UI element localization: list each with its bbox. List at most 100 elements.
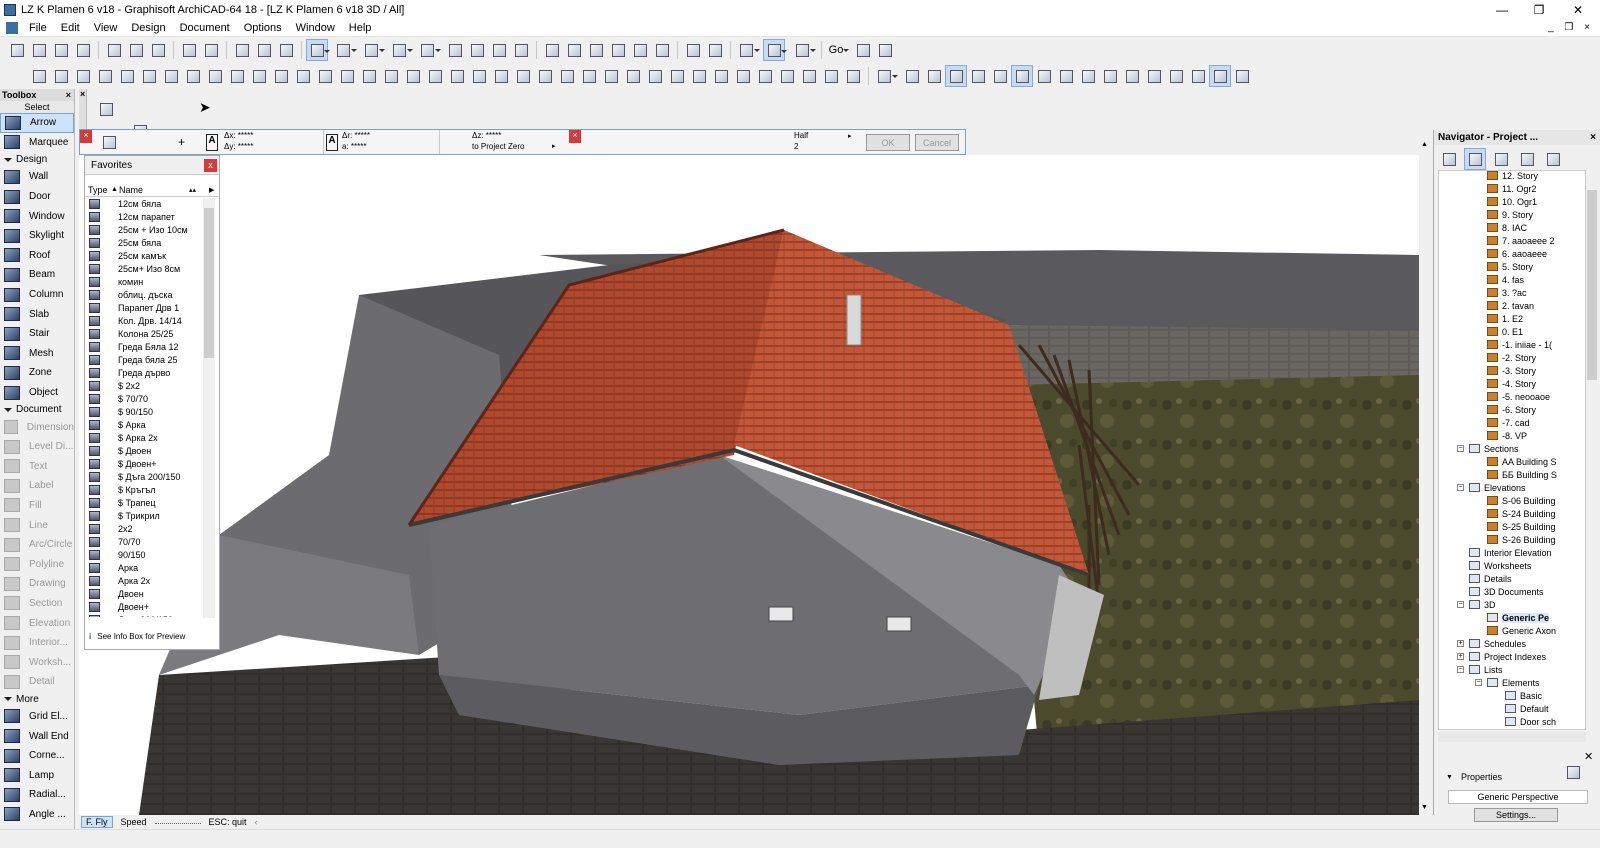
tool-marquee[interactable]: Marquee xyxy=(0,133,74,153)
scroll-down-icon[interactable]: ▼ xyxy=(1421,804,1428,811)
dimension-tool-icon[interactable] xyxy=(732,65,754,87)
tool-radial[interactable]: Radial... xyxy=(0,785,74,805)
walk-mode-icon[interactable] xyxy=(1209,65,1231,87)
slab-tool-icon[interactable] xyxy=(512,65,534,87)
delete-node-icon[interactable] xyxy=(98,131,120,153)
favorite-item[interactable]: $ Двоен xyxy=(85,444,203,457)
vr-icon[interactable] xyxy=(1187,65,1209,87)
story-item[interactable]: -7. cad xyxy=(1439,416,1585,429)
favorite-item[interactable]: $ 70/70 xyxy=(85,392,203,405)
favorite-item[interactable]: Греда бяла 25 xyxy=(85,353,203,366)
tool-dimension[interactable]: Dimension xyxy=(0,417,74,437)
menu-document[interactable]: Document xyxy=(173,19,237,37)
favorite-item[interactable]: 90/150 xyxy=(85,548,203,561)
story-item[interactable]: 8. IAC xyxy=(1439,221,1585,234)
menu-edit[interactable]: Edit xyxy=(54,19,87,37)
angle-field[interactable]: a: ***** xyxy=(342,141,439,152)
viewport-scrollbar[interactable]: ▲ ▼ xyxy=(1419,137,1431,815)
tool-fill[interactable]: Fill xyxy=(0,496,74,516)
favorite-item[interactable]: $ 2x2 xyxy=(85,379,203,392)
morph-tool-icon[interactable] xyxy=(490,65,512,87)
elements-folder[interactable]: − Elements xyxy=(1439,676,1585,689)
favorites-scrollbar[interactable] xyxy=(203,198,215,618)
delta-y-field[interactable]: Δy: ***** xyxy=(224,141,323,152)
favorite-item[interactable]: 25см+ Изо 8см xyxy=(85,262,203,275)
navigator-scrollbar[interactable] xyxy=(1586,170,1598,730)
document-section-toggle[interactable]: Document xyxy=(0,402,74,417)
find-select-icon[interactable] xyxy=(231,39,253,61)
toolbox-close-icon[interactable]: × xyxy=(66,89,71,101)
sun-icon[interactable] xyxy=(1055,65,1077,87)
section-item[interactable]: AA Building S xyxy=(1439,455,1585,468)
perspective-icon[interactable] xyxy=(1011,65,1033,87)
save-icon[interactable] xyxy=(50,39,72,61)
3d-viewport[interactable] xyxy=(79,155,1419,815)
tool-label[interactable]: Label xyxy=(0,476,74,496)
absolute-xy-icon[interactable]: A xyxy=(206,134,218,151)
tree-toggle-icon[interactable]: − xyxy=(1475,679,1482,686)
filter-icon[interactable] xyxy=(989,65,1011,87)
split-icon[interactable] xyxy=(336,65,358,87)
favorite-item[interactable]: 2x2 xyxy=(85,522,203,535)
explore-icon[interactable] xyxy=(1231,65,1253,87)
tool-wall[interactable]: Wall xyxy=(0,167,74,187)
tool-beam[interactable]: Beam xyxy=(0,265,74,285)
story-item[interactable]: 5. Story xyxy=(1439,260,1585,273)
story-item[interactable]: 6. aaoaeee xyxy=(1439,247,1585,260)
favorite-item[interactable]: 12см бяла xyxy=(85,197,203,210)
film-icon[interactable] xyxy=(1121,65,1143,87)
tool-text[interactable]: Text xyxy=(0,457,74,477)
snap-close-icon[interactable]: × xyxy=(569,130,581,143)
absolute-ra-icon[interactable]: A xyxy=(326,134,338,151)
3d-folder[interactable]: − 3D xyxy=(1439,598,1585,611)
add-node-icon[interactable]: + xyxy=(178,135,185,149)
print-icon[interactable] xyxy=(72,39,94,61)
properties-view-name[interactable]: Generic Perspective xyxy=(1448,790,1588,804)
drag-icon[interactable] xyxy=(541,39,563,61)
section-tool-icon[interactable] xyxy=(754,65,776,87)
story-item[interactable]: 1. E2 xyxy=(1439,312,1585,325)
favorite-item[interactable]: $ 90/150 xyxy=(85,405,203,418)
group-icon[interactable] xyxy=(488,39,510,61)
menu-help[interactable]: Help xyxy=(342,19,379,37)
3d-window-icon[interactable] xyxy=(763,39,787,61)
story-item[interactable]: -4. Story xyxy=(1439,377,1585,390)
scroll-up-icon[interactable]: ▲ xyxy=(1421,141,1428,148)
cursor-arrow-icon[interactable]: ➤ xyxy=(199,99,211,116)
more-section-toggle[interactable]: More xyxy=(0,692,74,707)
cut-icon[interactable] xyxy=(103,39,125,61)
magic-wand-icon[interactable] xyxy=(306,39,330,61)
project-map-icon[interactable] xyxy=(1438,148,1460,170)
tool-worksh[interactable]: Worksh... xyxy=(0,652,74,672)
resize-icon[interactable] xyxy=(651,39,673,61)
mesh-tool-icon[interactable] xyxy=(534,65,556,87)
tool-object[interactable]: Object xyxy=(0,383,74,403)
rotate-icon[interactable] xyxy=(563,39,585,61)
navigator-folder[interactable]: 3D Documents xyxy=(1439,585,1585,598)
story-item[interactable]: 11. Ogr2 xyxy=(1439,182,1585,195)
elevation-item[interactable]: S-26 Building xyxy=(1439,533,1585,546)
3d-projection-icon[interactable] xyxy=(901,65,923,87)
edit-icon[interactable] xyxy=(466,39,488,61)
close-button[interactable]: ✕ xyxy=(1560,0,1596,19)
story-item[interactable]: -6. Story xyxy=(1439,403,1585,416)
window-tool-icon[interactable] xyxy=(160,65,182,87)
align-icon[interactable] xyxy=(292,65,314,87)
arrow-tool-icon[interactable] xyxy=(28,65,50,87)
favorite-item[interactable]: Колона 25/25 xyxy=(85,327,203,340)
text-tool-icon[interactable] xyxy=(688,65,710,87)
navigator-folder[interactable]: Details xyxy=(1439,572,1585,585)
tool-corne[interactable]: Corne... xyxy=(0,746,74,766)
distribute-icon[interactable] xyxy=(314,65,336,87)
curtain-wall-icon[interactable] xyxy=(556,65,578,87)
layout-icon[interactable] xyxy=(791,39,816,61)
offset-icon[interactable] xyxy=(629,39,651,61)
info-box-handle[interactable]: × xyxy=(79,89,87,129)
navigator-close-icon[interactable]: × xyxy=(1590,130,1596,145)
tool-slab[interactable]: Slab xyxy=(0,304,74,324)
tool-roof[interactable]: Roof xyxy=(0,246,74,266)
drafting-icon[interactable] xyxy=(444,39,466,61)
favorite-item[interactable]: 12см парапет xyxy=(85,210,203,223)
settings-button[interactable]: Settings... xyxy=(1474,808,1558,822)
elevation-tool-icon[interactable] xyxy=(776,65,798,87)
